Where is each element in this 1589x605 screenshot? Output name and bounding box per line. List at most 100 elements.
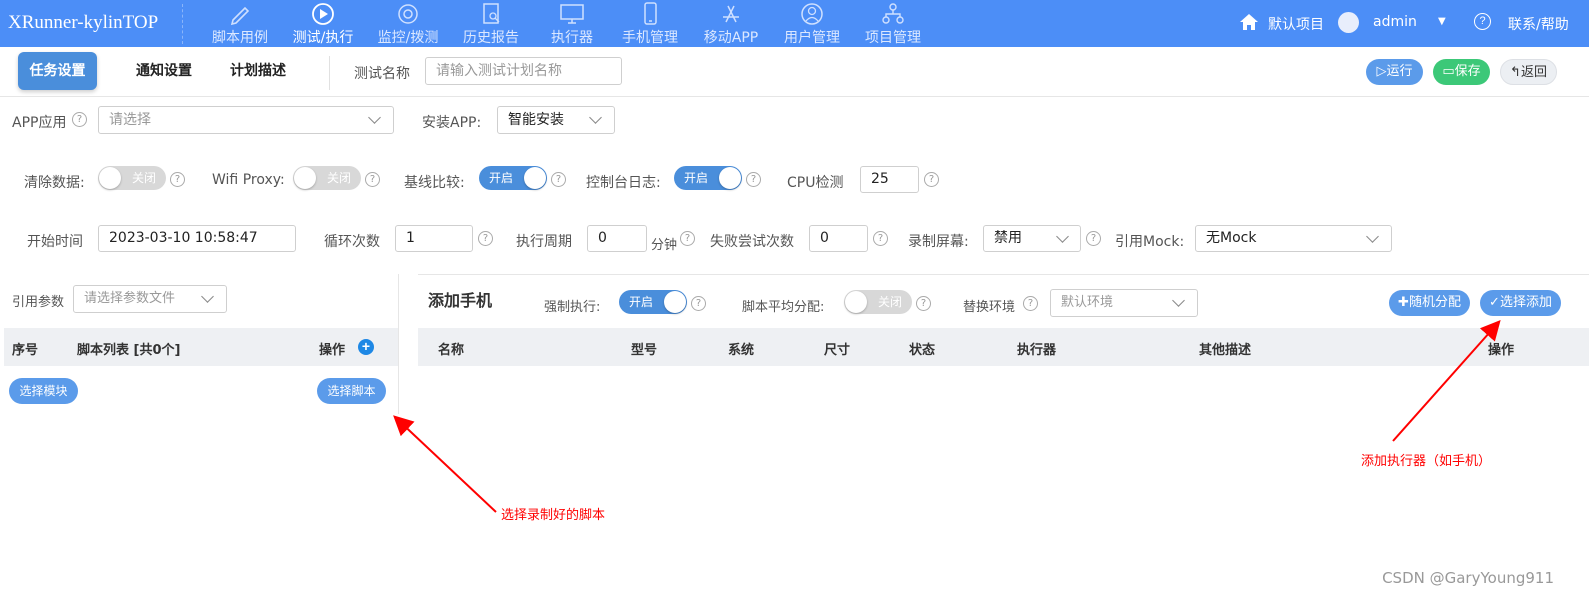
phones-panel-border	[418, 274, 1589, 275]
help-icon[interactable]: ?	[873, 231, 888, 246]
param-select[interactable]: 请选择参数文件	[73, 285, 227, 313]
help-icon[interactable]: ?	[1086, 231, 1101, 246]
app-select[interactable]: 请选择	[98, 106, 394, 134]
run-button[interactable]: ▷运行	[1366, 59, 1423, 85]
toggle-state: 关闭	[326, 171, 351, 185]
nav-item-users[interactable]: 用户管理	[776, 0, 848, 47]
baseline-toggle[interactable]: 开启	[479, 166, 547, 190]
nav-item-label: 执行器	[551, 30, 593, 46]
col-index: 序号	[12, 343, 39, 358]
env-label: 替换环境	[963, 300, 1016, 315]
col-system: 系统	[728, 343, 755, 358]
select-module-button[interactable]: 选择模块	[9, 378, 78, 404]
loops-input[interactable]: 1	[395, 225, 473, 252]
retry-input[interactable]: 0	[809, 225, 868, 252]
random-assign-label: 随机分配	[1408, 295, 1461, 310]
save-button[interactable]: ▭保存	[1433, 59, 1490, 85]
toggle-state: 关闭	[131, 171, 156, 185]
install-app-label: 安装APP:	[422, 115, 482, 131]
mock-select[interactable]: 无Mock	[1195, 225, 1392, 252]
cpu-check-label: CPU检测	[787, 175, 844, 191]
annotation-select-script: 选择录制好的脚本	[501, 508, 606, 523]
question-icon: ?	[1474, 13, 1491, 30]
nav-item-mobile-app[interactable]: 移动APP	[695, 0, 767, 47]
nav-item-test-exec[interactable]: 测试/执行	[286, 0, 360, 47]
env-select[interactable]: 默认环境	[1050, 289, 1198, 317]
avatar	[1338, 12, 1359, 33]
plus-icon: ✚	[1398, 295, 1409, 310]
help-icon[interactable]: ?	[478, 231, 493, 246]
param-select-value: 请选择参数文件	[84, 291, 176, 306]
nav-item-executor[interactable]: 执行器	[537, 0, 607, 47]
force-exec-toggle[interactable]: 开启	[619, 290, 687, 314]
console-log-label: 控制台日志:	[586, 175, 661, 191]
select-script-button[interactable]: 选择脚本	[317, 378, 386, 404]
toggle-knob	[719, 167, 741, 189]
add-icon[interactable]: +	[358, 339, 374, 355]
help-icon[interactable]: ?	[1023, 296, 1038, 311]
random-assign-button[interactable]: ✚随机分配	[1389, 290, 1470, 316]
app-select-value: 请选择	[109, 112, 151, 128]
cpu-check-input[interactable]: 25	[860, 166, 919, 193]
help-icon[interactable]: ?	[691, 296, 706, 311]
user-menu[interactable]: admin ▼	[1338, 0, 1453, 47]
env-select-value: 默认环境	[1061, 295, 1114, 310]
top-nav: XRunner-kylinTOP 脚本用例 测试/执行 监控/拨测 历史报告 执…	[0, 0, 1589, 47]
avg-assign-toggle[interactable]: 关闭	[844, 290, 912, 314]
toggle-state: 关闭	[877, 295, 902, 309]
tab-notify-settings[interactable]: 通知设置	[128, 52, 200, 90]
help-icon[interactable]: ?	[680, 231, 695, 246]
nav-item-projects[interactable]: 项目管理	[857, 0, 929, 47]
col-description: 其他描述	[1199, 343, 1252, 358]
nav-item-reports[interactable]: 历史报告	[455, 0, 527, 47]
record-screen-label: 录制屏幕:	[908, 234, 969, 250]
select-add-button[interactable]: ✓选择添加	[1480, 290, 1561, 316]
avg-assign-label: 脚本平均分配:	[742, 300, 825, 315]
nav-item-label: 手机管理	[622, 30, 678, 46]
help-icon[interactable]: ?	[551, 172, 566, 187]
panel-divider	[398, 274, 399, 414]
wifi-proxy-label: Wifi Proxy:	[212, 172, 285, 188]
nav-item-label: 历史报告	[463, 30, 519, 46]
install-app-select[interactable]: 智能安装	[497, 106, 615, 134]
nav-item-label: 移动APP	[703, 30, 759, 46]
col-script-list: 脚本列表 [共0个]	[77, 343, 181, 358]
select-add-label: 选择添加	[1499, 295, 1552, 310]
help-icon[interactable]: ?	[365, 172, 380, 187]
start-time-label: 开始时间	[27, 234, 83, 250]
app-store-icon	[723, 5, 739, 23]
console-log-toggle[interactable]: 开启	[674, 166, 742, 190]
chevron-down-icon	[1172, 294, 1185, 307]
brand-logo[interactable]: XRunner-kylinTOP	[8, 12, 158, 34]
help-icon[interactable]: ?	[916, 296, 931, 311]
col-actions: 操作	[319, 343, 346, 358]
start-time-input[interactable]: 2023-03-10 10:58:47	[98, 225, 296, 252]
nav-item-phones[interactable]: 手机管理	[615, 0, 685, 47]
help-icon[interactable]: ?	[170, 172, 185, 187]
col-size: 尺寸	[824, 343, 851, 358]
nav-item-label: 监控/拨测	[377, 30, 439, 46]
tab-plan-description[interactable]: 计划描述	[222, 52, 294, 90]
clear-data-toggle[interactable]: 关闭	[98, 166, 166, 190]
help-icon[interactable]: ?	[746, 172, 761, 187]
help-icon[interactable]: ?	[72, 112, 87, 127]
check-icon: ✓	[1489, 295, 1500, 310]
project-switcher[interactable]: 默认项目	[1238, 0, 1338, 47]
wifi-proxy-toggle[interactable]: 关闭	[293, 166, 361, 190]
nav-item-label: 项目管理	[865, 30, 921, 46]
plan-name-input[interactable]: 请输入测试计划名称	[425, 57, 622, 85]
nav-item-monitor[interactable]: 监控/拨测	[371, 0, 445, 47]
period-input[interactable]: 0	[587, 225, 647, 252]
monitor-icon	[398, 4, 418, 24]
help-icon[interactable]: ?	[924, 172, 939, 187]
record-screen-select[interactable]: 禁用	[983, 225, 1081, 252]
help-link[interactable]: ? 联系/帮助	[1474, 0, 1589, 47]
home-icon	[1240, 14, 1258, 30]
save-icon: ▭	[1442, 64, 1455, 79]
back-label: 返回	[1520, 65, 1547, 80]
phones-table-header: 名称 型号 系统 尺寸 状态 执行器 其他描述 操作	[418, 328, 1589, 366]
play-icon: ▷	[1376, 64, 1387, 79]
nav-item-scripts[interactable]: 脚本用例	[204, 0, 276, 47]
tab-task-settings[interactable]: 任务设置	[18, 52, 97, 90]
back-button[interactable]: ↰返回	[1500, 59, 1557, 85]
